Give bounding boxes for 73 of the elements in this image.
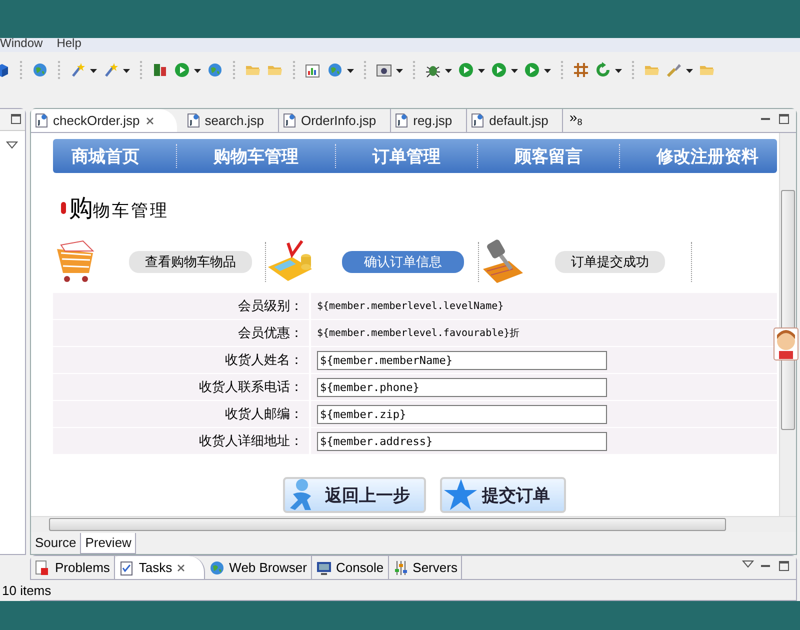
panel-tab[interactable]: Problems (31, 556, 115, 579)
field-label: 收货人详细地址： (53, 428, 311, 454)
nav-link[interactable]: 修改注册资料 (656, 144, 759, 168)
view-menu-icon[interactable] (6, 141, 18, 149)
server-icon[interactable] (152, 62, 168, 78)
panel-tab[interactable]: Web Browser (205, 556, 312, 579)
caret-icon[interactable] (686, 69, 693, 73)
close-icon[interactable] (144, 116, 155, 126)
step-label: 订单提交成功 (555, 251, 665, 273)
grid-icon[interactable] (573, 62, 589, 78)
caret-icon[interactable] (123, 69, 130, 73)
view-menu-icon[interactable] (742, 560, 754, 568)
view-tab[interactable]: Source (31, 533, 80, 554)
more-tabs-button[interactable]: » (569, 111, 578, 123)
panel-tab[interactable]: Servers (388, 556, 462, 579)
panel-tab[interactable]: Tasks (114, 556, 206, 579)
menu-item[interactable]: Help (56, 38, 82, 52)
input-field[interactable]: ${member.address} (317, 432, 607, 450)
globe-icon[interactable] (32, 62, 48, 78)
menu-item[interactable]: Window (0, 38, 43, 52)
globe-icon (209, 560, 226, 576)
caret-icon[interactable] (347, 69, 354, 73)
file-icon (282, 113, 296, 128)
editor-tab[interactable]: default.jsp (467, 109, 564, 132)
page-heading: 购物车管理 (69, 194, 169, 224)
field-value: ${member.memberlevel.levelName} (317, 300, 504, 312)
field-value: ${member.memberlevel.favourable}折 (317, 327, 520, 340)
caret-icon[interactable] (615, 69, 622, 73)
sliders-icon (392, 560, 409, 576)
bullet-icon (61, 202, 66, 214)
clipboard-icon (118, 560, 135, 576)
problems-icon (35, 560, 51, 576)
caret-icon[interactable] (194, 69, 201, 73)
step-label: 查看购物车物品 (129, 251, 252, 273)
editor-tab[interactable]: checkOrder.jsp (31, 109, 177, 132)
wand-icon[interactable] (70, 62, 86, 78)
caret-icon[interactable] (544, 69, 551, 73)
panel-tab[interactable]: Console (312, 556, 389, 579)
status-text: 10 items (2, 582, 52, 598)
file-icon (395, 113, 408, 128)
input-field[interactable]: ${member.phone} (317, 378, 607, 396)
monitor-icon (316, 560, 332, 576)
input-field[interactable]: ${member.zip} (317, 404, 607, 424)
caret-icon[interactable] (90, 69, 97, 73)
wand-icon[interactable] (103, 62, 119, 78)
editor-tab[interactable]: search.jsp (182, 109, 279, 132)
action-button[interactable]: 提交订单 (440, 477, 566, 513)
caret-icon[interactable] (511, 69, 518, 73)
caret-icon[interactable] (445, 69, 452, 73)
horizontal-scrollbar[interactable] (31, 516, 796, 532)
globe-icon[interactable] (207, 62, 223, 78)
caret-icon[interactable] (396, 69, 403, 73)
caret-icon[interactable] (478, 69, 485, 73)
view-tab[interactable]: Preview (80, 533, 136, 554)
close-icon[interactable] (176, 562, 186, 572)
camera-icon[interactable] (376, 62, 392, 78)
scroll-thumb[interactable] (49, 518, 726, 531)
maximize-icon[interactable] (778, 560, 790, 572)
file-icon (35, 113, 48, 128)
maximize-icon[interactable] (778, 113, 790, 125)
editor-tab[interactable]: OrderInfo.jsp (278, 109, 392, 132)
editor-tab[interactable]: reg.jsp (391, 109, 468, 132)
file-icon (186, 113, 200, 128)
tab-count: 8 (577, 117, 582, 127)
maximize-icon[interactable] (10, 113, 22, 125)
step-label: 确认订单信息 (342, 251, 464, 273)
action-button[interactable]: 返回上一步 (283, 477, 426, 513)
star-icon (444, 478, 478, 512)
vertical-scrollbar[interactable] (779, 133, 796, 516)
input-field[interactable]: ${member.memberName} (317, 350, 607, 370)
file-icon (471, 113, 484, 128)
chart-icon[interactable] (305, 62, 321, 78)
avatar-icon[interactable] (773, 327, 799, 361)
